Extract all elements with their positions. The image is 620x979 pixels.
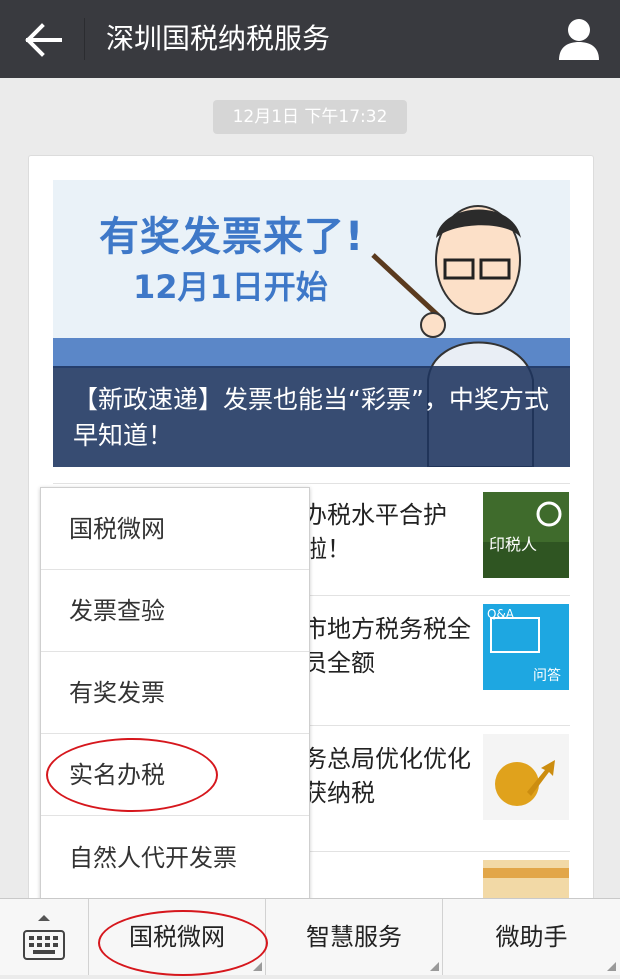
menu-item-fapiao-chayan[interactable]: 发票查验 — [41, 570, 309, 652]
submenu-indicator-icon — [607, 962, 616, 971]
article-thumbnail: Q&A 问答 — [483, 604, 569, 690]
header-divider — [84, 18, 85, 60]
message-timestamp: 12月1日 下午17:32 — [213, 100, 407, 134]
keyboard-toggle-button[interactable] — [0, 899, 89, 975]
user-profile-icon[interactable] — [556, 16, 602, 62]
menu-item-guoshui-weiwang[interactable]: 国税微网 — [41, 488, 309, 570]
back-arrow-icon[interactable] — [22, 18, 66, 62]
svg-text:印税人: 印税人 — [489, 535, 537, 554]
submenu-indicator-icon — [253, 962, 262, 971]
list-item-title: 务总局优化优化获纳税 — [303, 745, 471, 807]
banner-image[interactable]: 有奖发票来了! 12月1日开始 【新政速递】发票也能当“彩票”，中奖方式早知道！ — [53, 180, 570, 467]
article-thumbnail — [483, 734, 569, 820]
svg-text:问答: 问答 — [533, 667, 561, 684]
menu-item-youjiang-fapiao[interactable]: 有奖发票 — [41, 652, 309, 734]
bottom-menu-bar: 国税微网 智慧服务 微助手 — [0, 898, 620, 975]
banner-subhead: 12月1日开始 — [133, 268, 328, 306]
top-bar: 深圳国税纳税服务 — [0, 0, 620, 78]
popup-menu: 国税微网 发票查验 有奖发票 实名办税 自然人代开发票 — [40, 487, 310, 901]
highlight-circle — [46, 738, 218, 812]
article-thumbnail: 印税人 — [483, 492, 569, 578]
list-item-title: 办税水平合护啦！ — [303, 501, 447, 563]
page-title: 深圳国税纳税服务 — [106, 22, 331, 55]
banner-caption[interactable]: 【新政速递】发票也能当“彩票”，中奖方式早知道！ — [53, 366, 570, 467]
keyboard-icon — [23, 915, 65, 960]
banner-headline: 有奖发票来了! — [99, 214, 365, 260]
menu-item-ziranren-daikai[interactable]: 自然人代开发票 — [41, 816, 309, 900]
svg-text:Q&A: Q&A — [487, 607, 515, 621]
submenu-indicator-icon — [430, 962, 439, 971]
tab-wei-zhushou[interactable]: 微助手 — [443, 899, 620, 975]
list-item-title: 市地方税务税全员全额 — [303, 615, 471, 677]
highlight-circle — [98, 910, 268, 976]
tab-zhihui-fuwu[interactable]: 智慧服务 — [266, 899, 442, 975]
